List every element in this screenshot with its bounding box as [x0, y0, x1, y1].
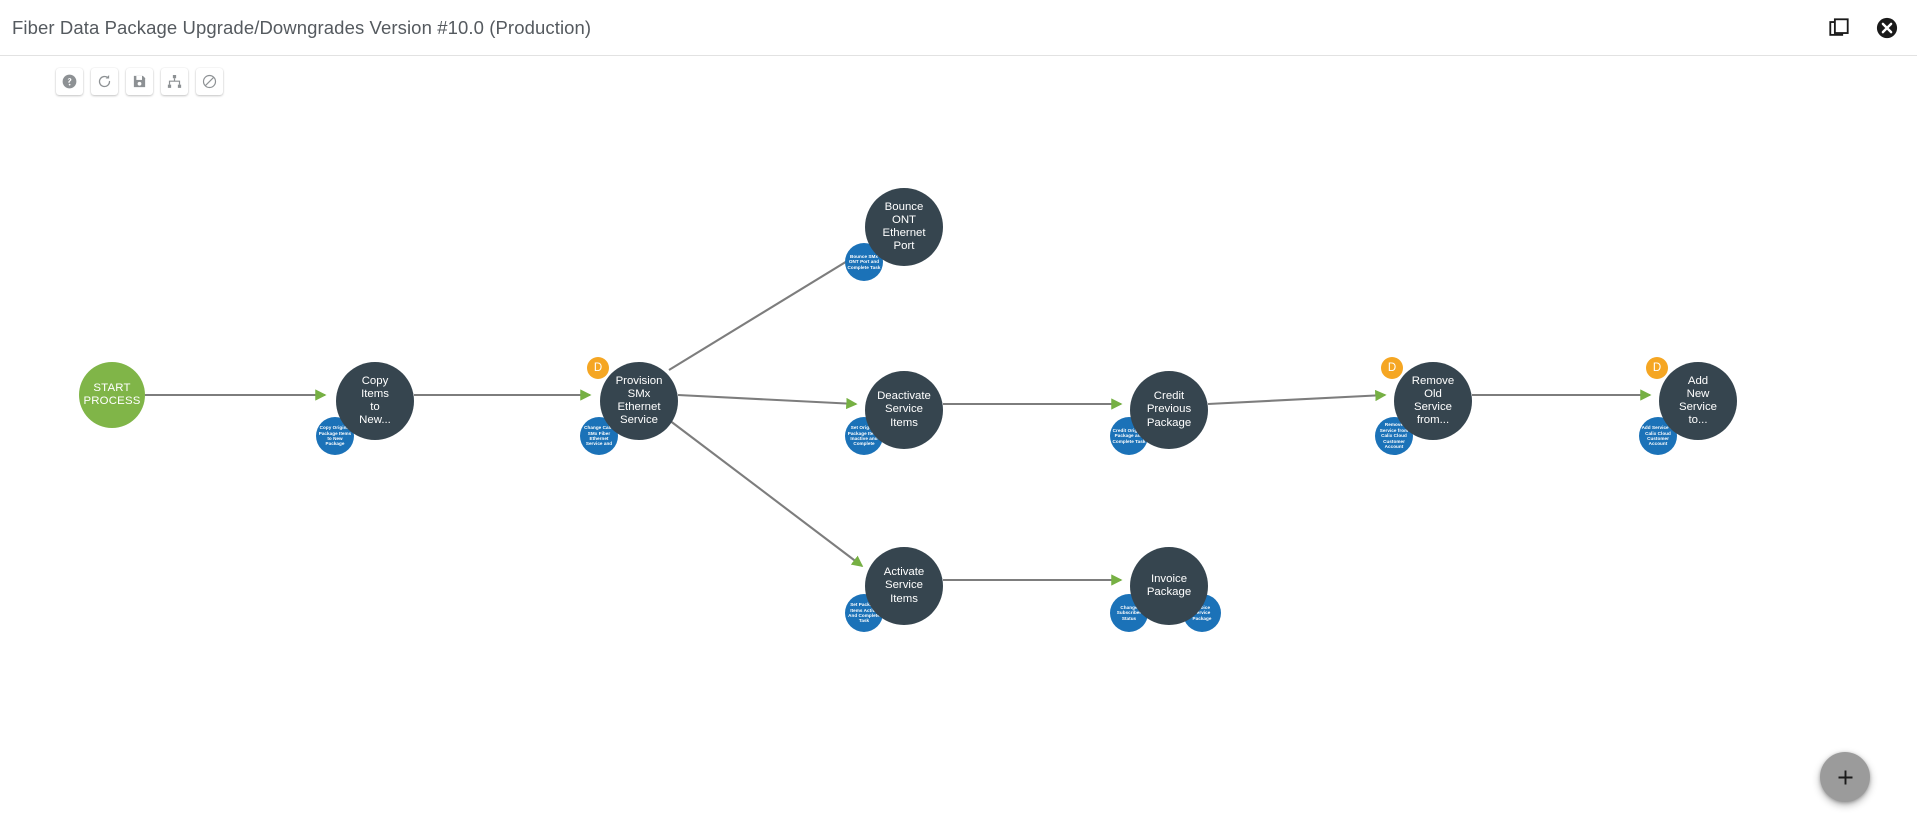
node-label: START PROCESS	[83, 381, 141, 408]
edge-provision-bounce	[668, 251, 864, 371]
edge-provision-deactivate	[677, 393, 858, 410]
refresh-icon[interactable]	[91, 68, 118, 95]
node-label: Copy Items to New...	[359, 374, 391, 427]
node-activate_items[interactable]: Activate Service Items	[865, 547, 943, 625]
help-icon[interactable]	[56, 68, 83, 95]
node-label: Bounce ONT Ethernet Port	[882, 200, 926, 253]
duplicate-icon[interactable]	[1826, 15, 1852, 41]
node-label: Activate Service Items	[883, 566, 925, 605]
close-icon[interactable]	[1874, 15, 1900, 41]
edge-layer	[145, 251, 1652, 586]
node-label: Deactivate Service Items	[877, 390, 931, 429]
editor-toolbar	[56, 68, 223, 95]
decision-badge[interactable]: D	[1646, 357, 1668, 379]
disable-icon[interactable]	[196, 68, 223, 95]
node-invoice_package[interactable]: Invoice Package	[1130, 547, 1208, 625]
node-label: Provision SMx Ethernet Service	[615, 374, 663, 427]
node-label: Remove Old Service from...	[1411, 374, 1455, 427]
node-label: Credit Previous Package	[1146, 390, 1192, 429]
edge-provision-activate	[668, 419, 864, 567]
node-bounce_ont[interactable]: Bounce ONT Ethernet Port	[865, 188, 943, 266]
page-title: Fiber Data Package Upgrade/Downgrades Ve…	[12, 16, 592, 38]
node-start[interactable]: START PROCESS	[79, 362, 145, 428]
node-credit_previous[interactable]: Credit Previous Package	[1130, 371, 1208, 449]
save-icon[interactable]	[126, 68, 153, 95]
process-designer: Fiber Data Package Upgrade/Downgrades Ve…	[0, 0, 1917, 840]
node-label: Add New Service to...	[1679, 374, 1717, 427]
node-add_new_service[interactable]: Add New Service to...	[1659, 362, 1737, 440]
node-provision_smx[interactable]: Provision SMx Ethernet Service	[600, 362, 678, 440]
node-label: Invoice Package	[1146, 572, 1192, 598]
edge-credit-remove	[1207, 389, 1387, 406]
add-node-button[interactable]	[1820, 752, 1870, 802]
title-bar: Fiber Data Package Upgrade/Downgrades Ve…	[0, 0, 1917, 56]
title-bar-actions	[1826, 15, 1900, 41]
hierarchy-icon[interactable]	[161, 68, 188, 95]
flow-canvas[interactable]: Copy Original Package Items to New Packa…	[0, 100, 1917, 840]
node-deactivate_items[interactable]: Deactivate Service Items	[865, 371, 943, 449]
decision-badge[interactable]: D	[587, 357, 609, 379]
node-copy_items[interactable]: Copy Items to New...	[336, 362, 414, 440]
decision-badge[interactable]: D	[1381, 357, 1403, 379]
node-remove_old_service[interactable]: Remove Old Service from...	[1394, 362, 1472, 440]
